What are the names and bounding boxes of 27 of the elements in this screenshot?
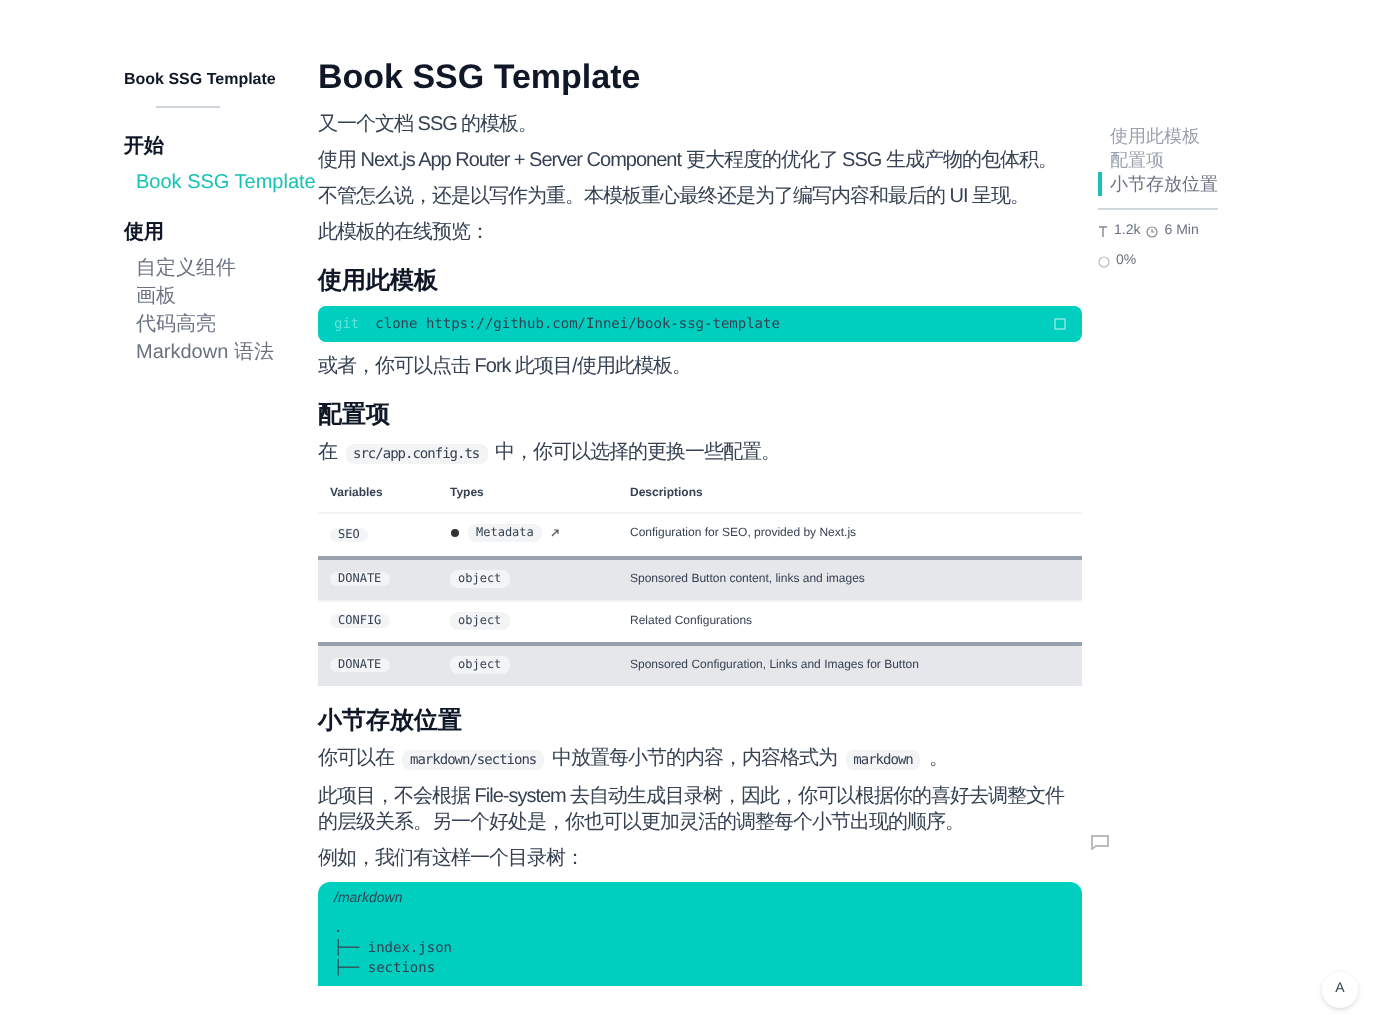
sidebar-heading: 开始	[124, 133, 166, 162]
sidebar-title[interactable]: Book SSG Template	[124, 68, 276, 90]
progress-ring	[1098, 255, 1110, 268]
toc-item[interactable]: 使用此模板	[1098, 124, 1302, 148]
section-heading: 配置项	[318, 400, 392, 430]
paragraph: 或者，你可以点击 Fork 此项目/使用此模板。	[318, 354, 693, 380]
sidebar-item[interactable]: 代码高亮	[136, 312, 216, 340]
paragraph: 例如，我们有这样一个目录树：	[318, 846, 586, 872]
sidebar-item[interactable]: 画板	[136, 284, 176, 312]
page-title: Book SSG Template	[318, 56, 643, 100]
paragraph: 此项目，不会根据 File-system 去自动生成目录树，因此，你可以根据你的喜好去调整文件的层级关系。另一个好处是，你也可以更加灵活的调整每个小节出现的顺序。	[318, 784, 1067, 836]
copy-icon[interactable]	[1054, 318, 1066, 330]
sidebar-item[interactable]: Markdown 语法	[136, 340, 274, 368]
paragraph: 使用 Next.js App Router + Server Component 更大程度的优化了 SSG 生成产物的包体积。	[318, 148, 1059, 174]
paragraph: 不管怎么说，还是以写作为重。本模板重心最终还是为了编写内容和最后的 UI 呈现。	[318, 184, 1032, 210]
comment-icon[interactable]	[1090, 834, 1110, 850]
toc-item[interactable]: 配置项	[1098, 148, 1302, 172]
toc-item[interactable]: 小节存放位置	[1098, 172, 1302, 196]
paragraph: 此模板的在线预览：	[318, 220, 491, 246]
sidebar-heading: 使用	[124, 219, 166, 248]
section-heading: 使用此模板	[318, 266, 440, 296]
external-link-icon[interactable]	[549, 528, 560, 538]
paragraph: 又一个文档 SSG 的模板。	[318, 112, 540, 138]
sidebar-item[interactable]: 自定义组件	[136, 256, 236, 284]
section-heading: 小节存放位置	[318, 706, 464, 736]
clock-icon	[1146, 226, 1159, 239]
text-size-icon	[1098, 226, 1108, 239]
